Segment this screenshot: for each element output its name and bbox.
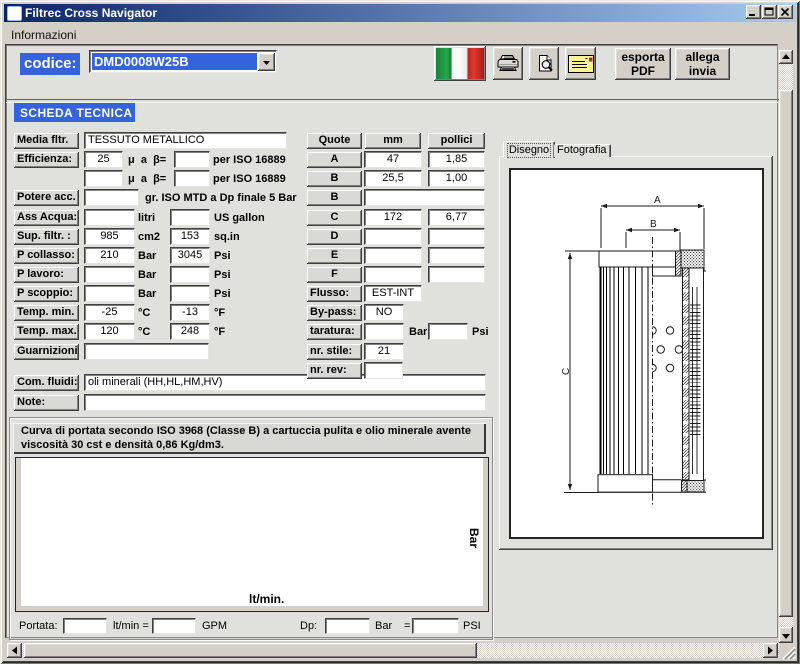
svg-text:A: A	[654, 195, 661, 206]
svg-text:C: C	[561, 368, 572, 375]
svg-text:B: B	[650, 219, 657, 230]
